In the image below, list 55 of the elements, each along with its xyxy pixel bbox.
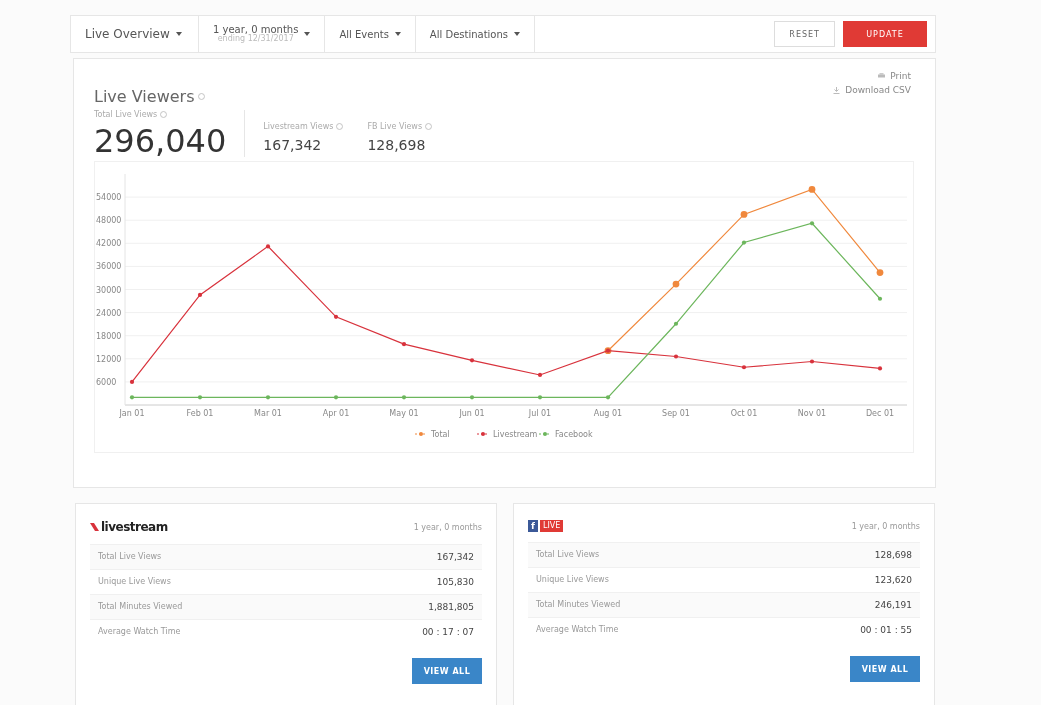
- metric-value: 128,698: [874, 550, 912, 560]
- legend-label: Total: [430, 430, 450, 439]
- x-tick-label: Dec 01: [865, 409, 895, 418]
- y-tick-label: 6000: [96, 377, 117, 387]
- metric-label: Unique Live Views: [98, 577, 171, 587]
- stat-label: Total Live Views: [94, 110, 158, 119]
- stat-value: 128,698: [367, 137, 427, 153]
- metric-label: Total Live Views: [98, 552, 162, 562]
- y-tick-label: 54000: [96, 193, 122, 203]
- y-tick-label: 12000: [96, 354, 122, 364]
- x-tick-label: Jul 01: [528, 409, 552, 418]
- x-tick-label: Feb 01: [186, 409, 214, 418]
- metric-value: 246,191: [874, 600, 912, 610]
- x-tick-label: Nov 01: [797, 409, 827, 418]
- x-tick-label: Sep 01: [662, 409, 690, 418]
- y-tick-label: 30000: [96, 285, 122, 295]
- stat-label: FB Live Views: [367, 122, 423, 131]
- metric-value: 1,881,805: [428, 602, 474, 612]
- y-tick-label: 24000: [96, 308, 122, 318]
- x-tick-label: Jun 01: [459, 409, 485, 418]
- y-tick-label: 42000: [96, 239, 122, 249]
- x-tick-label: Jan 01: [119, 409, 145, 418]
- metric-value: 00 : 01 : 55: [860, 625, 912, 635]
- metric-label: Average Watch Time: [536, 625, 619, 635]
- legend-label: Facebook: [555, 430, 593, 439]
- brand-logo: livestream: [101, 520, 168, 534]
- metric-label: Average Watch Time: [98, 627, 181, 637]
- period-label: 1 year, 0 months: [413, 522, 482, 532]
- metric-value: 00 : 17 : 07: [422, 627, 474, 637]
- live-badge: LIVE: [539, 520, 564, 532]
- legend-label: Livestream: [493, 430, 538, 439]
- period-label: 1 year, 0 months: [851, 521, 920, 531]
- brand-logo: f: [528, 520, 538, 532]
- x-tick-label: Oct 01: [730, 409, 758, 418]
- legend-item: Facebook: [538, 430, 593, 439]
- x-tick-label: Apr 01: [322, 409, 350, 418]
- x-tick-label: Aug 01: [593, 409, 623, 418]
- metric-label: Total Minutes Viewed: [536, 600, 621, 610]
- metric-label: Total Live Views: [536, 550, 600, 560]
- metric-label: Total Minutes Viewed: [98, 602, 183, 612]
- legend-item: Livestream: [476, 430, 538, 439]
- metric-value: 123,620: [874, 575, 912, 585]
- stat-value: 296,040: [94, 125, 227, 157]
- section-title: Live Viewers: [94, 87, 195, 106]
- legend-item: Total: [414, 430, 450, 439]
- stat-value: 167,342: [263, 137, 323, 153]
- y-tick-label: 36000: [96, 262, 122, 272]
- stat-label: Livestream Views: [263, 122, 334, 131]
- y-tick-label: 48000: [96, 216, 122, 226]
- x-tick-label: Mar 01: [254, 409, 282, 418]
- x-tick-label: May 01: [389, 409, 419, 418]
- metric-value: 105,830: [436, 577, 474, 587]
- metric-label: Unique Live Views: [536, 575, 609, 585]
- y-tick-label: 18000: [96, 331, 122, 341]
- metric-value: 167,342: [436, 552, 474, 562]
